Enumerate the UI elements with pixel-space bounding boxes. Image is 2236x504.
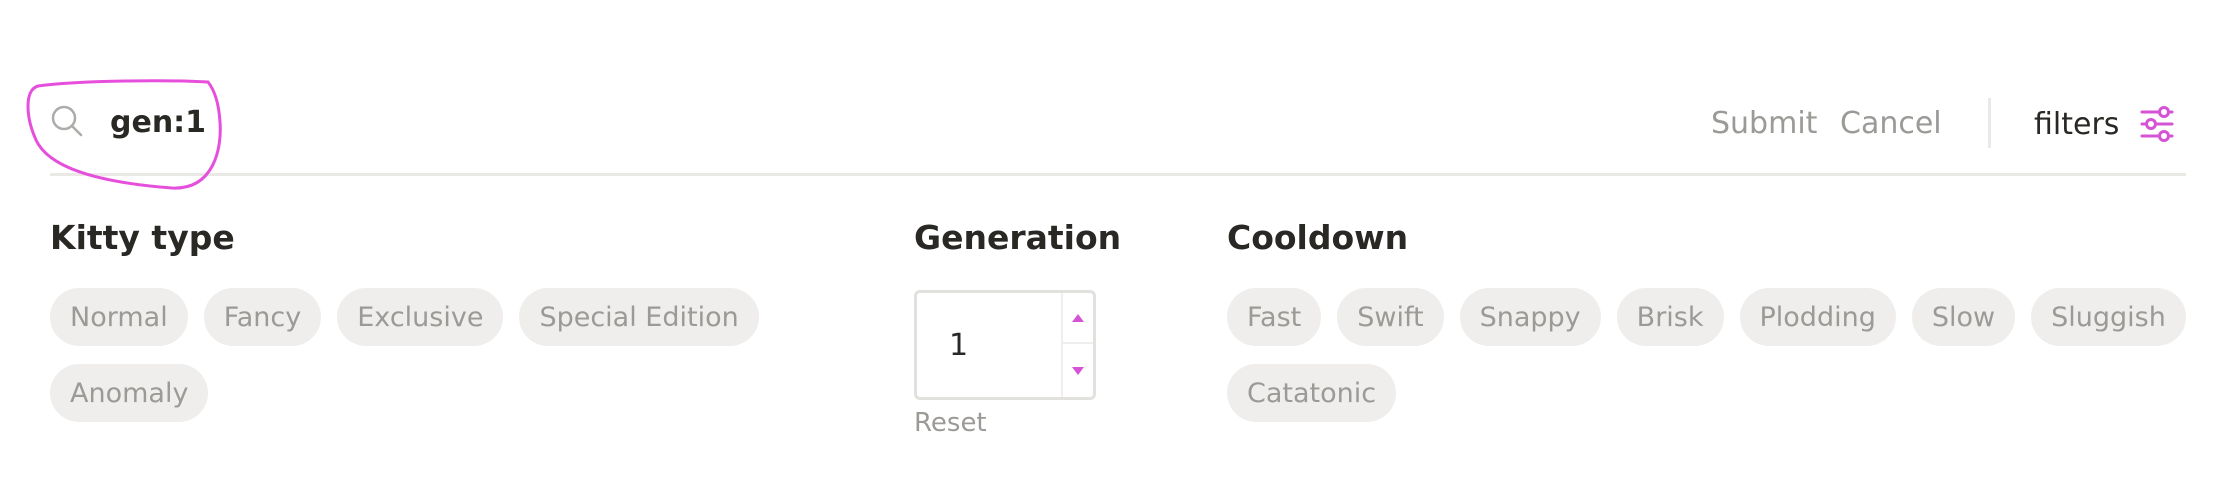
chip-exclusive[interactable]: Exclusive <box>337 288 504 346</box>
sliders-icon <box>2140 106 2174 142</box>
caret-up-icon <box>1072 313 1084 322</box>
chip-fancy[interactable]: Fancy <box>203 288 322 346</box>
reset-link[interactable]: Reset <box>914 408 987 438</box>
increment-button[interactable] <box>1063 293 1093 344</box>
chip-catatonic[interactable]: Catatonic <box>1227 364 1397 422</box>
chip-snappy[interactable]: Snappy <box>1459 288 1601 346</box>
chip-brisk[interactable]: Brisk <box>1616 288 1724 346</box>
filters-label: filters <box>2034 106 2120 142</box>
filters-button[interactable]: filters <box>2034 98 2177 150</box>
generation-section: Generation Reset <box>914 218 1174 438</box>
search-input[interactable] <box>110 100 630 144</box>
cooldown-section: Cooldown Fast Swift Snappy Brisk Ploddin… <box>1227 218 2187 422</box>
stepper-arrows <box>1061 293 1093 397</box>
kitty-type-section: Kitty type Normal Fancy Exclusive Specia… <box>50 218 890 422</box>
chip-fast[interactable]: Fast <box>1227 288 1322 346</box>
generation-stepper <box>914 290 1096 400</box>
caret-down-icon <box>1072 366 1084 375</box>
cooldown-options: Fast Swift Snappy Brisk Plodding Slow Sl… <box>1227 288 2187 422</box>
search-filter-panel: Submit Cancel filters Kitty type Normal … <box>0 0 2236 504</box>
chip-sluggish[interactable]: Sluggish <box>2031 288 2186 346</box>
generation-title: Generation <box>914 218 1122 257</box>
cooldown-title: Cooldown <box>1227 218 1409 257</box>
divider <box>1988 98 1991 148</box>
kitty-type-options: Normal Fancy Exclusive Special Edition A… <box>50 288 890 422</box>
chip-normal[interactable]: Normal <box>50 288 188 346</box>
cancel-button[interactable]: Cancel <box>1840 106 1942 141</box>
chip-special-edition[interactable]: Special Edition <box>519 288 759 346</box>
search-icon <box>51 105 83 137</box>
chip-slow[interactable]: Slow <box>1911 288 2016 346</box>
chip-anomaly[interactable]: Anomaly <box>50 364 209 422</box>
generation-input[interactable] <box>917 293 1063 397</box>
decrement-button[interactable] <box>1063 345 1093 396</box>
search-bar: Submit Cancel filters <box>26 70 2186 190</box>
kitty-type-title: Kitty type <box>50 218 235 257</box>
chip-swift[interactable]: Swift <box>1337 288 1444 346</box>
chip-plodding[interactable]: Plodding <box>1739 288 1896 346</box>
submit-button[interactable]: Submit <box>1711 106 1817 141</box>
